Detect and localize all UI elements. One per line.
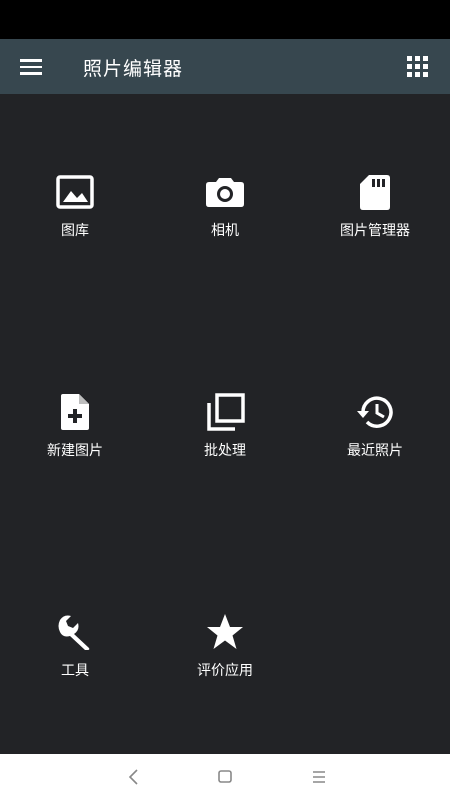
hamburger-menu-icon[interactable] (20, 56, 44, 78)
tile-label: 图片管理器 (340, 223, 410, 239)
grid-apps-icon[interactable] (407, 56, 429, 78)
wrench-icon (58, 615, 90, 650)
tile-recent-photos[interactable]: 最近照片 (300, 392, 450, 512)
status-bar (0, 0, 450, 39)
tile-image-manager[interactable]: 图片管理器 (300, 172, 450, 292)
tile-gallery[interactable]: 图库 (0, 172, 150, 292)
home-square-icon[interactable] (214, 766, 236, 788)
tile-camera[interactable]: 相机 (150, 172, 300, 292)
new-document-icon (61, 394, 89, 430)
tile-rate-app[interactable]: 评价应用 (150, 612, 300, 732)
tile-label: 最近照片 (347, 443, 403, 459)
tile-batch[interactable]: 批处理 (150, 392, 300, 512)
system-nav-bar (0, 754, 450, 800)
history-icon (357, 396, 393, 428)
sd-card-icon (360, 175, 390, 210)
tile-new-image[interactable]: 新建图片 (0, 392, 150, 512)
camera-icon (206, 178, 244, 207)
star-icon (207, 614, 243, 649)
app-title: 照片编辑器 (83, 58, 184, 80)
app-bar: 照片编辑器 (0, 39, 450, 94)
tile-label: 工具 (61, 663, 89, 679)
recents-menu-icon[interactable] (308, 766, 330, 788)
main-grid: 图库 相机 图片管理器 新建图片 批处理 最近照片 工具 评价应用 (0, 94, 450, 754)
tile-tools[interactable]: 工具 (0, 612, 150, 732)
tile-label: 相机 (211, 223, 239, 239)
back-chevron-icon[interactable] (123, 766, 145, 788)
batch-layers-icon (207, 393, 245, 431)
tile-label: 图库 (61, 223, 89, 239)
tile-label: 新建图片 (47, 443, 103, 459)
tile-label: 批处理 (204, 443, 246, 459)
gallery-image-icon (56, 175, 94, 209)
tile-label: 评价应用 (197, 663, 253, 679)
